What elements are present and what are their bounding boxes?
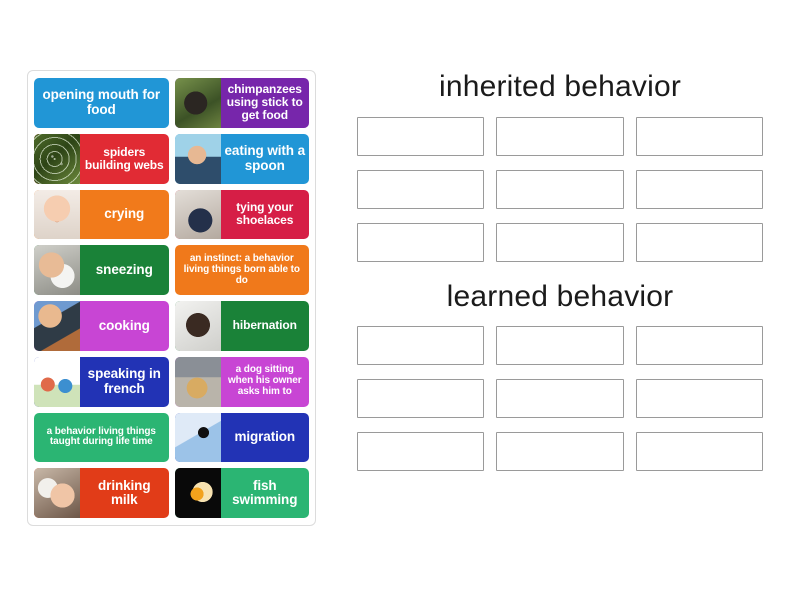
tile-label: crying [104, 206, 145, 222]
draggable-tile[interactable]: crying [34, 189, 169, 240]
dropzone-slot[interactable] [635, 117, 763, 156]
draggable-tile[interactable]: tying your shoelaces [174, 189, 309, 240]
draggable-tile[interactable]: an instinct: a behavior living things bo… [174, 245, 309, 295]
dropzone-slot[interactable] [496, 223, 624, 262]
tile-thumbnail-image [174, 301, 221, 351]
tile-label: opening mouth for food [42, 87, 161, 117]
dropzone-slot[interactable] [357, 117, 485, 156]
tile-label: chimpanzees using stick to get food [226, 82, 303, 123]
dropzone-slot[interactable] [496, 170, 624, 209]
tile-thumbnail-image [174, 412, 221, 463]
tile-thumbnail-image [174, 468, 221, 518]
tile-label: sneezing [95, 261, 153, 277]
draggable-tile[interactable]: speaking in french [34, 356, 169, 407]
tile-label: drinking milk [98, 477, 151, 508]
draggable-tile[interactable]: drinking milk [34, 468, 169, 518]
draggable-tile[interactable]: sneezing [34, 245, 169, 295]
dropzone-slot[interactable] [496, 432, 624, 471]
draggable-tile[interactable]: a behavior living things taught during l… [34, 412, 169, 463]
category-title-inherited: inherited behavior [438, 70, 682, 103]
tile-thumbnail-image [34, 189, 80, 240]
tile-thumbnail-image [174, 133, 221, 184]
dropzone-slot[interactable] [357, 326, 485, 365]
dropzone-slot[interactable] [635, 432, 763, 471]
dropzone-slot[interactable] [357, 379, 485, 418]
draggable-tile[interactable]: a dog sitting when his owner asks him to [174, 356, 309, 407]
draggable-tile[interactable]: fish swimming [174, 468, 309, 518]
category-panel: inherited behavior learned behavior [344, 70, 776, 489]
tile-thumbnail-image [34, 356, 80, 407]
dropzone-slot[interactable] [496, 379, 624, 418]
tile-column-right: chimpanzees using stick to get food eatin… [174, 78, 309, 518]
draggable-tile[interactable]: spiders building webs [34, 133, 169, 184]
tile-thumbnail-image [34, 301, 80, 351]
dropzone-slot[interactable] [496, 117, 624, 156]
draggable-tile[interactable]: opening mouth for food [34, 78, 169, 128]
tile-label: an instinct: a behavior living things bo… [183, 252, 300, 286]
category-learned-behavior: learned behavior [344, 280, 776, 471]
tile-column-left: opening mouth for food spiders building w… [34, 78, 169, 518]
tile-label: speaking in french [87, 366, 161, 396]
dropzone-grid-inherited [344, 117, 776, 262]
dropzone-slot[interactable] [635, 170, 763, 209]
dropzone-grid-learned [344, 326, 776, 471]
tile-label: spiders building webs [84, 144, 164, 172]
tile-thumbnail-image [34, 245, 80, 295]
draggable-tile[interactable]: chimpanzees using stick to get food [174, 78, 309, 128]
category-inherited-behavior: inherited behavior [344, 70, 776, 262]
draggable-tile[interactable]: eating with a spoon [174, 133, 309, 184]
draggable-tile-tray: opening mouth for food spiders building w… [27, 70, 316, 526]
tile-label: eating with a spoon [224, 143, 306, 173]
dropzone-slot[interactable] [635, 379, 763, 418]
tile-label: hibernation [232, 318, 297, 333]
tile-thumbnail-image [34, 133, 80, 184]
dropzone-slot[interactable] [357, 432, 485, 471]
draggable-tile[interactable]: migration [174, 412, 309, 463]
tile-label: cooking [98, 317, 150, 333]
tile-thumbnail-image [174, 356, 221, 407]
tile-label: fish swimming [232, 477, 298, 508]
dropzone-slot[interactable] [635, 326, 763, 365]
tile-columns: opening mouth for food spiders building w… [34, 78, 309, 518]
tile-label: tying your shoelaces [236, 200, 294, 228]
dropzone-slot[interactable] [635, 223, 763, 262]
draggable-tile[interactable]: cooking [34, 301, 169, 351]
tile-label: a behavior living things taught during l… [46, 425, 156, 448]
dropzone-slot[interactable] [496, 326, 624, 365]
draggable-tile[interactable]: hibernation [174, 301, 309, 351]
tile-thumbnail-image [174, 189, 221, 240]
dropzone-slot[interactable] [357, 170, 485, 209]
tile-thumbnail-image [174, 78, 221, 128]
dropzone-slot[interactable] [357, 223, 485, 262]
tile-thumbnail-image [34, 468, 80, 518]
tile-label: migration [234, 429, 296, 445]
category-title-learned: learned behavior [446, 280, 674, 313]
tile-label: a dog sitting when his owner asks him to [227, 364, 302, 398]
